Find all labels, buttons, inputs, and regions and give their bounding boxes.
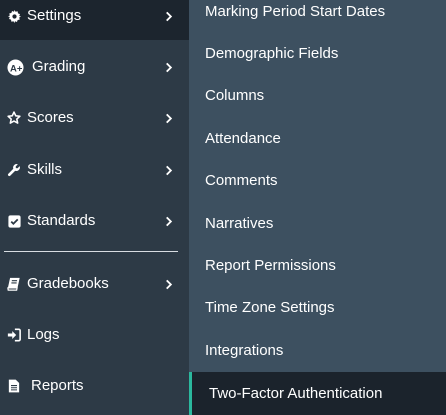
chevron-right-icon (164, 164, 174, 176)
submenu-item-label: Time Zone Settings (205, 299, 335, 316)
submenu-item-report-permissions[interactable]: Report Permissions (189, 245, 446, 287)
submenu-item-integrations[interactable]: Integrations (189, 330, 446, 372)
submenu-item-columns[interactable]: Columns (189, 75, 446, 117)
wrench-icon (7, 163, 21, 177)
sidebar-item-reports[interactable]: Reports (0, 362, 189, 410)
sidebar-item-label: Scores (27, 109, 74, 126)
sidebar-item-label: Standards (27, 212, 96, 229)
submenu-item-attendance[interactable]: Attendance (189, 118, 446, 160)
submenu-item-label: Report Permissions (205, 257, 336, 274)
star-icon (7, 111, 21, 125)
svg-text:A+: A+ (10, 63, 23, 74)
submenu-item-demographic-fields[interactable]: Demographic Fields (189, 33, 446, 75)
sign-in-icon (7, 328, 21, 342)
sidebar-item-label: Logs (27, 326, 60, 343)
sidebar-item-logs[interactable]: Logs (0, 311, 189, 359)
document-icon (7, 379, 21, 393)
sidebar-item-label: Settings (27, 7, 82, 24)
submenu-item-two-factor-authentication[interactable]: Two-Factor Authentication (189, 372, 446, 415)
submenu-item-label: Integrations (205, 342, 284, 359)
submenu-item-label: Attendance (205, 130, 281, 147)
sidebar-divider (4, 251, 178, 252)
chevron-right-icon (164, 10, 174, 22)
sidebar-item-gradebooks[interactable]: Gradebooks (0, 260, 189, 308)
sidebar-item-scores[interactable]: Scores (0, 94, 189, 142)
submenu-item-label: Columns (205, 87, 265, 104)
chevron-right-icon (164, 61, 174, 73)
a-plus-icon: A+ (7, 58, 24, 76)
submenu-item-label: Comments (205, 172, 278, 189)
submenu-item-time-zone-settings[interactable]: Time Zone Settings (189, 287, 446, 329)
submenu-item-label: Marking Period Start Dates (205, 3, 386, 20)
sidebar-item-settings[interactable]: Settings (0, 0, 189, 40)
sidebar-item-standards[interactable]: Standards (0, 197, 189, 245)
sidebar: Settings A+ Grading Scores Skills Standa… (0, 0, 189, 415)
submenu-item-marking-period-start-dates[interactable]: Marking Period Start Dates (189, 0, 446, 33)
sidebar-item-label: Grading (32, 58, 86, 75)
gear-icon (7, 9, 21, 23)
checkbox-icon (7, 214, 21, 228)
submenu-item-label: Two-Factor Authentication (209, 384, 383, 402)
book-icon (7, 277, 21, 291)
sidebar-item-skills[interactable]: Skills (0, 146, 189, 194)
chevron-right-icon (164, 112, 174, 124)
submenu-item-narratives[interactable]: Narratives (189, 203, 446, 245)
submenu-item-label: Narratives (205, 215, 274, 232)
chevron-right-icon (164, 215, 174, 227)
sidebar-item-label: Skills (27, 161, 63, 178)
submenu-item-label: Demographic Fields (205, 45, 339, 62)
submenu-item-comments[interactable]: Comments (189, 160, 446, 202)
chevron-right-icon (164, 278, 174, 290)
selected-indicator (189, 372, 192, 415)
sidebar-item-grading[interactable]: A+ Grading (0, 43, 189, 91)
sidebar-item-label: Gradebooks (27, 275, 109, 292)
settings-submenu: Marking Period Start Dates Demographic F… (189, 0, 446, 415)
sidebar-item-label: Reports (31, 377, 84, 394)
